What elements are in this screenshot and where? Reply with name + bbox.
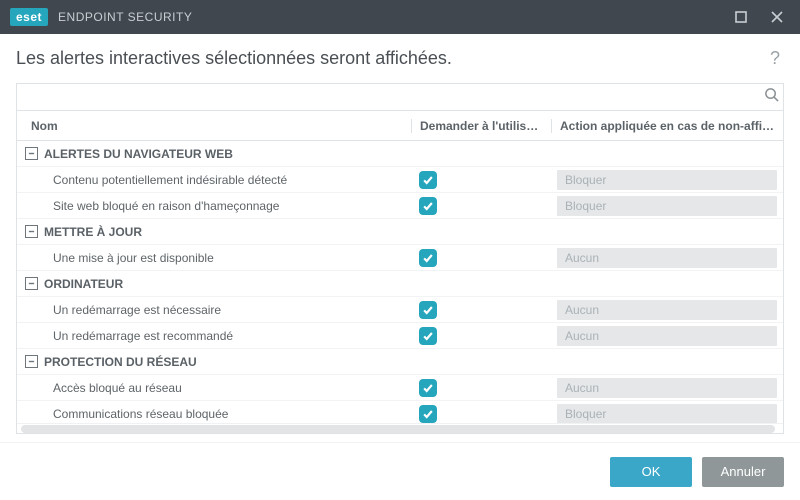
ask-user-checkbox[interactable] (419, 327, 437, 345)
group-row-update[interactable]: METTRE À JOUR (17, 219, 783, 245)
action-select: Aucun (557, 378, 777, 398)
titlebar: eset ENDPOINT SECURITY (0, 0, 800, 34)
ask-user-checkbox[interactable] (419, 379, 437, 397)
ok-button[interactable]: OK (610, 457, 692, 487)
minimize-icon[interactable] (728, 4, 754, 30)
page-header: Les alertes interactives sélectionnées s… (0, 34, 800, 77)
group-row-computer[interactable]: ORDINATEUR (17, 271, 783, 297)
group-row-web[interactable]: ALERTES DU NAVIGATEUR WEB (17, 141, 783, 167)
table-row[interactable]: Accès bloqué au réseau Aucun (17, 375, 783, 401)
table-body[interactable]: ALERTES DU NAVIGATEUR WEB Contenu potenti… (17, 141, 783, 423)
group-label: METTRE À JOUR (44, 225, 142, 239)
table-row[interactable]: Une mise à jour est disponible Aucun (17, 245, 783, 271)
brand-logo: eset (10, 8, 48, 26)
search-bar (16, 83, 784, 111)
product-name: ENDPOINT SECURITY (58, 10, 192, 24)
action-select: Bloquer (557, 196, 777, 216)
dialog-footer: OK Annuler (0, 442, 800, 500)
group-row-network[interactable]: PROTECTION DU RÉSEAU (17, 349, 783, 375)
action-select: Aucun (557, 300, 777, 320)
search-input[interactable] (17, 84, 783, 110)
alert-name: Un redémarrage est recommandé (17, 329, 411, 343)
column-header-action[interactable]: Action appliquée en cas de non-affichage (551, 119, 783, 133)
ask-user-checkbox[interactable] (419, 171, 437, 189)
horizontal-scrollbar[interactable] (17, 423, 783, 433)
table-header: Nom Demander à l'utilisateur Action appl… (17, 111, 783, 141)
column-header-ask[interactable]: Demander à l'utilisateur (411, 119, 551, 133)
column-header-name[interactable]: Nom (17, 119, 411, 133)
ask-user-checkbox[interactable] (419, 249, 437, 267)
cancel-button[interactable]: Annuler (702, 457, 784, 487)
help-icon[interactable]: ? (766, 44, 784, 73)
page-title: Les alertes interactives sélectionnées s… (16, 48, 452, 69)
table-row[interactable]: Un redémarrage est nécessaire Aucun (17, 297, 783, 323)
alert-name: Une mise à jour est disponible (17, 251, 411, 265)
action-select: Bloquer (557, 404, 777, 424)
ask-user-checkbox[interactable] (419, 197, 437, 215)
search-icon[interactable] (764, 87, 779, 107)
action-select: Aucun (557, 326, 777, 346)
close-icon[interactable] (764, 4, 790, 30)
ask-user-checkbox[interactable] (419, 301, 437, 319)
app-window: eset ENDPOINT SECURITY Les alertes inter… (0, 0, 800, 500)
group-label: PROTECTION DU RÉSEAU (44, 355, 197, 369)
alerts-table: Nom Demander à l'utilisateur Action appl… (16, 111, 784, 434)
ask-user-checkbox[interactable] (419, 405, 437, 423)
table-row[interactable]: Site web bloqué en raison d'hameçonnage B… (17, 193, 783, 219)
table-row[interactable]: Un redémarrage est recommandé Aucun (17, 323, 783, 349)
alert-name: Contenu potentiellement indésirable déte… (17, 173, 411, 187)
alert-name: Accès bloqué au réseau (17, 381, 411, 395)
alert-name: Un redémarrage est nécessaire (17, 303, 411, 317)
group-label: ORDINATEUR (44, 277, 123, 291)
table-row[interactable]: Communications réseau bloquée Bloquer (17, 401, 783, 423)
collapse-icon[interactable] (25, 277, 38, 290)
alert-name: Site web bloqué en raison d'hameçonnage (17, 199, 411, 213)
action-select: Aucun (557, 248, 777, 268)
collapse-icon[interactable] (25, 225, 38, 238)
table-row[interactable]: Contenu potentiellement indésirable déte… (17, 167, 783, 193)
group-label: ALERTES DU NAVIGATEUR WEB (44, 147, 233, 161)
action-select: Bloquer (557, 170, 777, 190)
collapse-icon[interactable] (25, 355, 38, 368)
alert-name: Communications réseau bloquée (17, 407, 411, 421)
collapse-icon[interactable] (25, 147, 38, 160)
